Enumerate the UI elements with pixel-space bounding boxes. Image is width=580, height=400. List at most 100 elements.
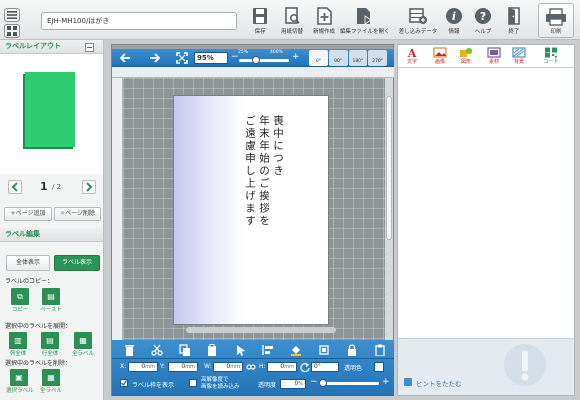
print-label: 印刷	[550, 29, 562, 35]
redo-icon[interactable]	[146, 52, 160, 64]
add-page-button[interactable]: +ページ追加	[4, 207, 52, 221]
tab-background-label: 背景	[513, 59, 524, 65]
paste-button[interactable]: ▤ ペースト	[38, 288, 64, 313]
menu-button[interactable]	[4, 8, 20, 22]
scissors-icon[interactable]	[150, 343, 164, 357]
fill-color-icon[interactable]	[289, 343, 303, 357]
tab-material[interactable]: 素材	[483, 47, 505, 66]
edit-header: ラベル編集	[0, 228, 103, 242]
open-file-button[interactable]: 編集ファイルを開く	[340, 4, 390, 38]
opacity-field[interactable]: 0%	[280, 379, 306, 389]
shape-icon	[460, 47, 473, 57]
show-frame-checkbox[interactable]	[120, 379, 128, 387]
prev-page-button[interactable]	[8, 180, 22, 194]
opacity-plus-icon[interactable]: +	[382, 377, 390, 387]
x-field[interactable]: 0mm	[128, 362, 158, 372]
card-text-line-1[interactable]: 喪中につき	[271, 115, 284, 178]
paper-switch-icon	[282, 7, 302, 25]
expand-row-button[interactable]: ▤ 行全体	[38, 332, 62, 357]
expand-all-button[interactable]: ▦ 全ラベル	[70, 332, 96, 357]
delete-selected-label: 選択ラベル	[6, 388, 34, 394]
transparent-color-label: 透明色	[344, 365, 363, 372]
align-icon[interactable]	[261, 343, 275, 357]
w-label: W:	[204, 363, 212, 370]
fit-icon[interactable]	[176, 52, 188, 64]
transparent-color-swatch[interactable]	[374, 362, 384, 372]
zoom-in-icon[interactable]: +	[292, 53, 300, 62]
exit-button[interactable]: 終了	[491, 4, 537, 38]
rotate-field[interactable]: 0°	[311, 362, 339, 372]
delete-all-button[interactable]: ▦ 全ラベル	[38, 369, 64, 394]
hires-checkbox[interactable]	[189, 379, 197, 387]
hint-collapse-label[interactable]: ヒントをたたむ	[416, 378, 462, 388]
qr-code-icon	[545, 47, 557, 58]
layer-icon[interactable]	[373, 343, 387, 357]
zoom-max-label: 400%	[270, 50, 283, 55]
link-icon[interactable]	[246, 362, 256, 372]
expand-column-button[interactable]: ▥ 列全体	[6, 332, 30, 357]
next-page-button[interactable]	[82, 180, 96, 194]
copy-button[interactable]: ⧉ コピー	[8, 288, 32, 313]
trash-icon[interactable]	[122, 343, 136, 357]
copy-icon: ⧉	[11, 288, 29, 305]
page-current: 1	[40, 180, 48, 193]
document-title-field[interactable]: EJH-MH100/はがき	[41, 12, 237, 30]
opacity-slider[interactable]	[319, 382, 379, 385]
rotate-270-button[interactable]: 270°	[368, 50, 387, 66]
view-all-button[interactable]: 全体表示	[6, 255, 50, 271]
view-label-button[interactable]: ラベル表示	[54, 255, 100, 271]
delete-all-icon: ▦	[42, 369, 60, 386]
column-icon: ▥	[9, 332, 27, 349]
tab-image-label: 画像	[434, 59, 445, 65]
lock-icon[interactable]	[345, 343, 359, 357]
grid-view-button[interactable]	[4, 24, 20, 38]
y-field[interactable]: 0mm	[168, 362, 198, 372]
material-icon	[487, 47, 501, 58]
vertical-scrollbar-thumb[interactable]	[386, 96, 392, 240]
hint-collapse-icon[interactable]	[404, 378, 412, 386]
tab-image[interactable]: 画像	[429, 47, 451, 66]
opacity-slider-thumb[interactable]	[319, 379, 327, 387]
expand-section-label: 選択中のラベルを展開：	[5, 323, 72, 330]
collapse-icon[interactable]	[85, 43, 94, 52]
tab-shape[interactable]: 図形	[455, 47, 477, 66]
zoom-min-label: 25%	[238, 50, 249, 55]
rotate-0-button[interactable]: 0°	[309, 50, 328, 66]
w-field[interactable]: 0mm	[213, 362, 243, 372]
row-icon: ▤	[41, 332, 59, 349]
tab-background[interactable]: 背景	[508, 47, 530, 66]
rotate-90-button[interactable]: 90°	[328, 50, 348, 66]
w-unit: mm	[230, 364, 240, 370]
zoom-field[interactable]: 95%	[194, 52, 228, 64]
copy-object-icon[interactable]	[178, 343, 192, 357]
select-tool-icon[interactable]	[234, 343, 248, 357]
paste-object-icon[interactable]	[206, 343, 220, 357]
zoom-slider-thumb[interactable]	[251, 56, 260, 64]
opacity-minus-icon[interactable]: −	[310, 377, 318, 387]
delete-selected-button[interactable]: ▣ 選択ラベル	[6, 369, 34, 394]
card-text-line-2[interactable]: 年末年始のご挨拶を	[257, 115, 270, 228]
zoom-slider[interactable]	[239, 59, 289, 62]
rotate-icon	[300, 362, 310, 372]
h-field[interactable]: 0mm	[267, 362, 297, 372]
chevron-left-icon	[11, 182, 18, 192]
horizontal-scrollbar[interactable]	[186, 327, 336, 333]
rotate-180-button[interactable]: 180°	[348, 50, 368, 66]
tab-code[interactable]: コード	[537, 47, 565, 66]
tab-shape-label: 図形	[460, 59, 471, 65]
tab-text[interactable]: A 文字	[401, 47, 423, 66]
x-label: X:	[120, 363, 127, 370]
hamburger-icon	[7, 11, 17, 19]
print-button[interactable]: 印刷	[538, 3, 574, 38]
crop-icon[interactable]	[317, 343, 331, 357]
delete-all-label: 全ラベル	[39, 388, 62, 394]
tab-text-label: 文字	[406, 59, 417, 65]
delete-section-label: 選択中のラベルを削除：	[5, 360, 72, 367]
check-icon	[121, 380, 127, 386]
tab-divider	[398, 67, 574, 68]
delete-page-button[interactable]: ✕ページ削除	[54, 207, 101, 221]
label-thumbnail[interactable]	[25, 72, 75, 147]
postcard[interactable]: 喪中につき 年末年始のご挨拶を ご遠慮申し上げます	[173, 95, 329, 325]
card-text-line-3[interactable]: ご遠慮申し上げます	[243, 115, 256, 228]
undo-icon[interactable]	[120, 52, 134, 64]
